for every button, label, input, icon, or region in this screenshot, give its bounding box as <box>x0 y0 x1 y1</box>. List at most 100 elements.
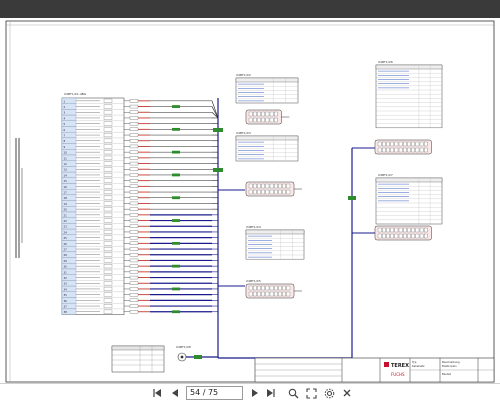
plug-pin <box>270 286 273 290</box>
wire-ferrule <box>130 134 138 137</box>
plug-pin <box>412 142 415 146</box>
plug-pin <box>283 292 286 296</box>
plug-pin <box>249 112 252 116</box>
connector-pin-number: 20 <box>64 208 68 212</box>
wire-ferrule <box>130 293 138 296</box>
connector-pin-number: 27 <box>64 248 68 252</box>
plug-pin <box>412 148 415 152</box>
table-header <box>376 65 442 69</box>
plug-pin <box>249 184 252 188</box>
connector-pin-number: 19 <box>64 202 68 206</box>
wire-ferrule <box>130 242 138 245</box>
close-icon[interactable] <box>340 386 354 400</box>
plug-pin <box>278 184 281 188</box>
connector-pin-number: 11 <box>64 156 68 160</box>
connector-pin-number: 22 <box>64 219 68 223</box>
connector-row-cell <box>104 293 112 297</box>
connector-row-cell <box>104 110 112 114</box>
plug-pin <box>382 228 385 232</box>
plug-pin <box>270 118 273 122</box>
brand-terex: TEREX <box>391 363 409 369</box>
wire-tag-green <box>172 105 180 108</box>
plug-pin <box>262 112 265 116</box>
plug-pin <box>253 190 256 194</box>
plug-pin <box>274 286 277 290</box>
connector-row-cell <box>104 150 112 154</box>
first-page-icon[interactable] <box>150 386 164 400</box>
connector-pin-number: 36 <box>64 299 68 303</box>
wire-ferrule <box>130 299 138 302</box>
wire-ferrule <box>130 162 138 165</box>
plug-pin <box>249 190 252 194</box>
zoom-icon[interactable] <box>286 386 300 400</box>
wire-ferrule <box>130 179 138 182</box>
plug-pin <box>403 148 406 152</box>
connector-pin-number: 24 <box>64 230 68 234</box>
left-connector-block: 1234567891011121314151617181920212223242… <box>62 98 124 315</box>
next-page-icon[interactable] <box>248 386 262 400</box>
connector-row-cell <box>104 276 112 280</box>
wire-ferrule <box>130 248 138 251</box>
wire-tag-green <box>172 151 180 154</box>
plug-pin <box>266 190 269 194</box>
connector-pin-number: 31 <box>64 270 68 274</box>
connector-row-cell <box>104 185 112 189</box>
wire-ferrule <box>130 156 138 159</box>
connector-pin-number: 12 <box>64 162 68 166</box>
wire-ferrule <box>130 116 138 119</box>
prev-page-icon[interactable] <box>168 386 182 400</box>
connector-pin-number: 14 <box>64 173 68 177</box>
plug-pin <box>403 142 406 146</box>
plug-pin <box>424 234 427 238</box>
connector-pin-number: 16 <box>64 185 68 189</box>
wire-ferrule <box>130 139 138 142</box>
wire-tag-green <box>172 310 180 313</box>
plug-pin <box>274 112 277 116</box>
plug-pin <box>257 286 260 290</box>
document-viewer: 1234567891011121314151617181920212223242… <box>0 0 500 383</box>
wire-ferrule <box>130 196 138 199</box>
plug-pin <box>253 112 256 116</box>
page-number-field[interactable]: 54 / 75 <box>186 386 243 400</box>
wire-ferrule <box>130 236 138 239</box>
plug-pin <box>278 292 281 296</box>
plug-pin <box>420 142 423 146</box>
wire-tag-green <box>172 265 180 268</box>
plug-pin <box>262 190 265 194</box>
wire-tag-green <box>172 196 180 199</box>
title-block: TEREX FUCHS Typ Kabelsatz Beschreibung E… <box>255 358 494 382</box>
wire-tag-green <box>172 242 180 245</box>
plug-pin <box>274 292 277 296</box>
connector-row-cell <box>104 253 112 257</box>
connector-pin-number: 25 <box>64 236 68 240</box>
connector-pin-number: 23 <box>64 225 68 229</box>
plug-pin <box>407 234 410 238</box>
plug-pin <box>407 142 410 146</box>
plug-pin <box>424 148 427 152</box>
plug-pin <box>386 148 389 152</box>
plug-pin <box>416 228 419 232</box>
connector-row-cell <box>104 179 112 183</box>
plug-pin <box>257 190 260 194</box>
plug-pin <box>266 112 269 116</box>
connector-row-cell <box>104 156 112 160</box>
wire-tag-green <box>172 288 180 291</box>
wire-tag-green <box>172 128 180 131</box>
last-page-icon[interactable] <box>264 386 278 400</box>
connector-row-cell <box>104 242 112 246</box>
connector-row-cell <box>104 287 112 291</box>
wire-ferrule <box>130 276 138 279</box>
plug-pin <box>262 118 265 122</box>
wire-ferrule <box>130 230 138 233</box>
connector-pin-number: 28 <box>64 253 68 257</box>
fullscreen-icon[interactable] <box>304 386 318 400</box>
plug-pin <box>274 190 277 194</box>
connector-row-cell <box>104 173 112 177</box>
settings-icon[interactable] <box>322 386 336 400</box>
connector-row-cell <box>104 105 112 109</box>
wire-ferrule <box>130 173 138 176</box>
plug-pin <box>386 234 389 238</box>
wire-ferrule <box>130 213 138 216</box>
plug-pin <box>287 286 290 290</box>
connector-pin-number: 26 <box>64 242 68 246</box>
